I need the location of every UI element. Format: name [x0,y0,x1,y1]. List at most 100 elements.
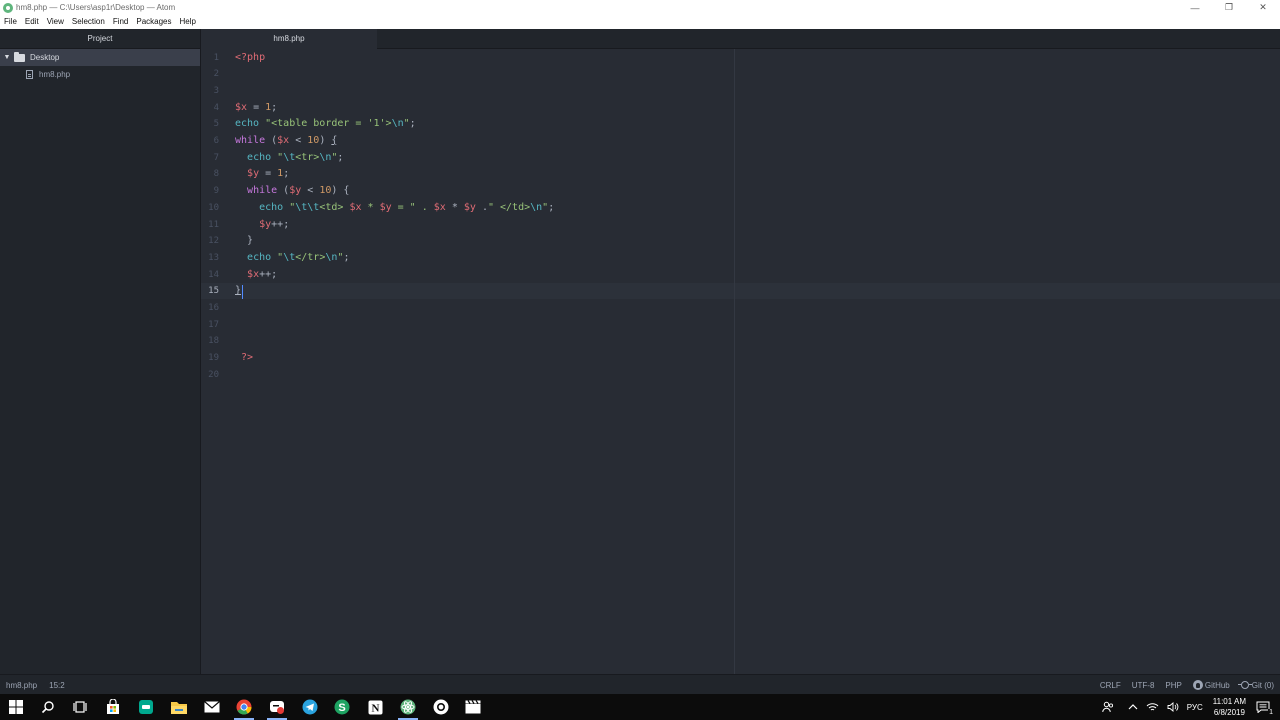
code-line[interactable]: echo "<table border = '1'>\n"; [235,116,416,133]
taskbar-kaspersky[interactable] [136,697,156,717]
wifi-icon[interactable] [1146,702,1159,712]
taskbar-file-explorer[interactable] [169,697,189,717]
code-line[interactable]: while ($y < 10) { [235,183,349,200]
start-button[interactable] [6,697,26,717]
status-encoding[interactable]: UTF-8 [1132,681,1155,690]
chevron-down-icon[interactable]: ▼ [0,54,14,61]
title-bar: hm8.php — C:\Users\asp1r\Desktop — Atom … [0,0,1280,15]
taskbar-store[interactable] [103,697,123,717]
line-number[interactable]: 20 [195,367,219,384]
line-number[interactable]: 6 [195,133,219,150]
line-number[interactable]: 12 [195,233,219,250]
code-line[interactable]: echo "\t<tr>\n"; [235,150,343,167]
line-number[interactable]: 17 [195,317,219,334]
line-number[interactable]: 7 [195,150,219,167]
code-token: = " . [391,201,434,213]
task-view-button[interactable] [70,697,90,717]
taskbar-notion[interactable]: N [365,697,385,717]
line-number[interactable]: 13 [195,250,219,267]
menu-file[interactable]: File [0,15,21,29]
project-panel-header[interactable]: Project [0,29,200,49]
code-line[interactable]: $x = 1; [235,100,277,117]
code-token: $y [289,185,302,197]
line-number[interactable]: 14 [195,267,219,284]
menu-find[interactable]: Find [109,15,133,29]
code-token: \n [325,251,338,263]
input-language[interactable]: РУС [1187,703,1203,712]
mail-icon [204,701,220,713]
svg-text:S: S [338,702,345,714]
text-cursor [242,284,243,299]
clock[interactable]: 11:01 AM 6/8/2019 [1213,696,1246,718]
folder-icon [171,702,187,714]
volume-icon[interactable] [1167,702,1179,712]
line-number[interactable]: 10 [195,200,219,217]
code-token: ; [283,218,290,230]
restore-button[interactable]: ❐ [1212,0,1246,15]
close-button[interactable]: ✕ [1246,0,1280,15]
code-line[interactable]: $y = 1; [235,166,289,183]
tab-hm8-php[interactable]: hm8.php [201,29,377,49]
line-number[interactable]: 8 [195,166,219,183]
tree-folder-desktop[interactable]: ▼ Desktop [0,49,200,66]
code-token: $y [463,201,476,213]
line-number[interactable]: 19 [195,350,219,367]
tree-file-hm8[interactable]: hm8.php [0,66,200,83]
chevron-up-icon[interactable] [1128,703,1138,711]
code-line[interactable]: echo "\t\t<td> $x * $y = " . $x * $y ." … [235,200,554,217]
window-title: hm8.php — C:\Users\asp1r\Desktop — Atom [16,3,176,12]
status-file-name[interactable]: hm8.php [6,681,37,690]
code-token: \t [283,151,296,163]
atom-window: hm8.php — C:\Users\asp1r\Desktop — Atom … [0,0,1280,720]
line-number[interactable]: 15 [195,283,219,300]
people-icon[interactable] [1102,701,1114,713]
taskbar-mail[interactable] [202,697,222,717]
status-cursor-position[interactable]: 15:2 [49,681,65,690]
code-token: " </td> [487,201,531,213]
menu-packages[interactable]: Packages [132,15,175,29]
line-number-gutter[interactable]: 1 2 3 4 5 6 7 8 9 10 11 12 13 14 15 16 17 18 19 20 [201,49,228,674]
action-center-button[interactable]: 1 [1256,701,1274,716]
line-number[interactable]: 18 [195,333,219,350]
taskbar-chrome[interactable] [234,697,254,720]
wrap-guide [734,49,735,674]
text-editor[interactable]: 1 2 3 4 5 6 7 8 9 10 11 12 13 14 15 16 17 18 19 20 <?php $x … [201,49,1280,674]
menu-view[interactable]: View [43,15,68,29]
line-number[interactable]: 1 [195,50,219,67]
status-github[interactable]: GitHub [1192,680,1230,690]
taskbar-atom[interactable] [398,697,418,720]
line-number[interactable]: 2 [195,66,219,83]
code-line[interactable]: echo "\t</tr>\n"; [235,250,349,267]
menu-edit[interactable]: Edit [21,15,43,29]
menu-selection[interactable]: Selection [68,15,109,29]
code-line[interactable]: $y++; [235,217,289,234]
status-grammar[interactable]: PHP [1165,681,1181,690]
line-number[interactable]: 3 [195,83,219,100]
taskbar-s-app[interactable]: S [332,697,352,717]
chrome-icon [236,699,252,715]
code-token: { [331,135,338,146]
code-line[interactable]: $x++; [235,267,277,284]
folder-icon [14,51,25,62]
code-line[interactable]: } [235,283,241,300]
line-number[interactable]: 16 [195,300,219,317]
line-number[interactable]: 11 [195,217,219,234]
taskbar-films-tv[interactable] [463,697,483,717]
minimize-button[interactable]: — [1178,0,1212,15]
code-line[interactable]: while ($x < 10) { [235,133,337,150]
taskbar-telegram[interactable] [300,697,320,717]
line-number[interactable]: 5 [195,116,219,133]
taskbar-chat-app[interactable] [267,697,287,720]
code-line[interactable]: } [235,233,253,250]
code-line[interactable]: <?php [235,50,265,67]
menu-help[interactable]: Help [176,15,200,29]
status-git[interactable]: Git (0) [1237,681,1274,690]
taskbar-circle-app[interactable] [431,697,451,717]
status-line-ending[interactable]: CRLF [1100,681,1121,690]
code-token: ( [265,135,278,146]
code-line[interactable]: ?> [235,350,253,367]
line-number[interactable]: 4 [195,100,219,117]
search-button[interactable] [38,697,58,717]
line-number[interactable]: 9 [195,183,219,200]
